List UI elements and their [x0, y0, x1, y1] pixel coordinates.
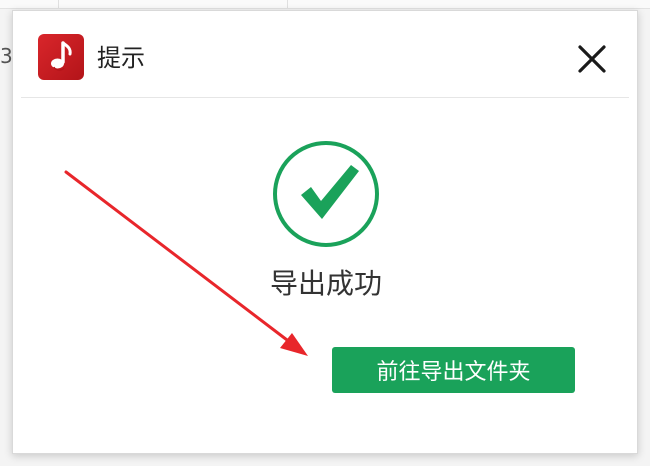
close-icon [578, 45, 606, 73]
export-success-dialog: 提示 导出成功 前往导出文件夹 [12, 10, 638, 454]
dialog-title: 提示 [97, 44, 145, 72]
open-export-folder-button[interactable]: 前往导出文件夹 [332, 347, 575, 393]
background-partial-text: 3 [0, 44, 13, 68]
check-circle-icon [271, 139, 381, 249]
music-note-icon [38, 34, 84, 80]
titlebar-divider [21, 97, 629, 98]
dialog-titlebar: 提示 [13, 11, 637, 97]
background-column-divider [58, 0, 59, 8]
close-button[interactable] [572, 39, 612, 79]
export-status-message: 导出成功 [269, 267, 382, 300]
background-column-divider [287, 0, 288, 8]
background-header-strip [0, 0, 650, 9]
